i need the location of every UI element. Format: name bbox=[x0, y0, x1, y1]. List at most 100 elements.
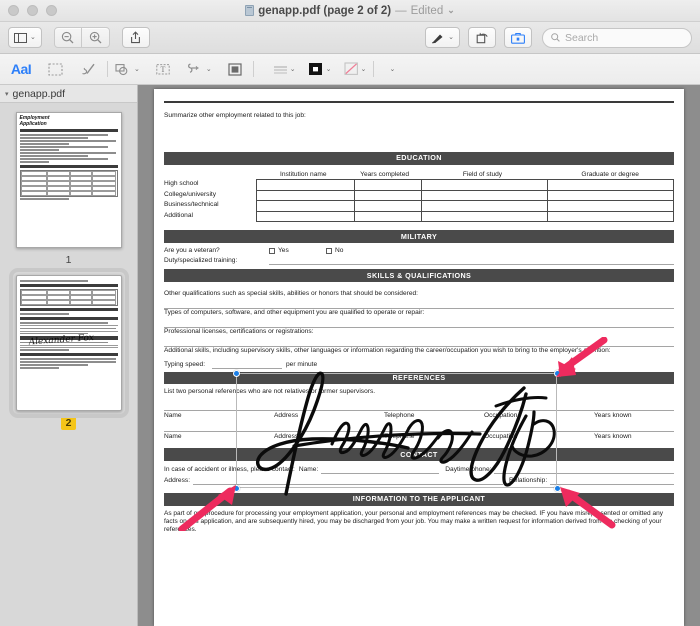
bottom-right-resize-handle[interactable] bbox=[554, 485, 561, 492]
ref1-telephone-label: Telephone bbox=[384, 412, 415, 420]
fill-color-none-icon bbox=[343, 62, 358, 75]
education-cell[interactable] bbox=[354, 211, 423, 223]
skills-input-2[interactable] bbox=[164, 317, 674, 328]
contact-name-input[interactable] bbox=[321, 465, 440, 475]
rectangular-selection-tool-button[interactable] bbox=[44, 58, 66, 80]
contact-address-label: Address: bbox=[164, 477, 191, 485]
ref2-occupation-label: Occupation bbox=[484, 433, 518, 441]
contact-daytime-input[interactable] bbox=[494, 465, 674, 475]
zoom-in-button[interactable] bbox=[81, 27, 110, 48]
sidebar-view-icon bbox=[14, 32, 27, 43]
share-button[interactable] bbox=[121, 27, 150, 48]
education-cell[interactable] bbox=[354, 201, 423, 212]
education-cell[interactable] bbox=[422, 180, 549, 191]
shapes-tool-button[interactable]: ⌄ bbox=[115, 58, 140, 80]
signature-tool-button[interactable]: ⌄ bbox=[186, 58, 212, 80]
border-color-chevron-down-icon[interactable]: ⌄ bbox=[326, 66, 332, 73]
skills-input-3[interactable] bbox=[164, 336, 674, 347]
bottom-left-resize-handle[interactable] bbox=[233, 485, 240, 492]
education-cell[interactable] bbox=[257, 201, 355, 212]
svg-text:T: T bbox=[160, 65, 165, 74]
education-cell[interactable] bbox=[257, 180, 355, 191]
shapes-icon bbox=[115, 63, 128, 75]
education-section-band: EDUCATION bbox=[164, 152, 674, 165]
ref2-name-label: Name bbox=[164, 433, 182, 441]
markup-toolbar-toggle-button[interactable]: ⌄ bbox=[425, 27, 460, 48]
education-row-labels: High school College/university Business/… bbox=[164, 179, 256, 222]
thumbnail-mini-render-1: Employment Application bbox=[19, 115, 118, 244]
window-title-bar: genapp.pdf (page 2 of 2) — Edited ⌄ bbox=[0, 0, 700, 22]
font-tool-button[interactable]: ⌄ bbox=[381, 58, 403, 80]
contact-address-input[interactable] bbox=[193, 476, 504, 486]
veteran-no-checkbox[interactable] bbox=[326, 248, 332, 255]
education-table: High school College/university Business/… bbox=[164, 179, 674, 223]
thumbnail-page-1[interactable]: Employment Application bbox=[15, 112, 122, 248]
education-cell[interactable] bbox=[354, 180, 423, 191]
zoom-out-button[interactable] bbox=[53, 27, 82, 48]
markup-chevron-down-icon[interactable]: ⌄ bbox=[448, 34, 454, 41]
sidebar-chevron-down-icon[interactable]: ⌄ bbox=[30, 34, 36, 41]
window-body: ▾ genapp.pdf Employment Application 1 Al… bbox=[0, 85, 700, 626]
typing-speed-label: Typing speed: bbox=[164, 360, 206, 368]
education-cell[interactable] bbox=[354, 190, 423, 202]
pdf-page-content: Summarize other employment related to th… bbox=[164, 101, 674, 534]
military-training-row: Duty/specialized training: bbox=[164, 256, 674, 266]
thumbnail-list[interactable]: Employment Application 1 Alexander Fox 2 bbox=[0, 103, 137, 626]
title-chevron-down-icon[interactable]: ⌄ bbox=[447, 5, 455, 16]
military-training-input[interactable] bbox=[269, 256, 674, 266]
education-cell[interactable] bbox=[257, 211, 355, 223]
typing-speed-input[interactable] bbox=[212, 360, 282, 369]
contact-row-1: In case of accident or illness, please c… bbox=[164, 465, 674, 475]
top-left-resize-handle[interactable] bbox=[233, 370, 240, 377]
text-selection-tool-button[interactable]: AaI bbox=[10, 58, 32, 80]
shapes-chevron-down-icon[interactable]: ⌄ bbox=[134, 66, 140, 73]
education-cell[interactable] bbox=[548, 201, 674, 212]
thumbnail-item-page-2[interactable]: Alexander Fox 2 bbox=[0, 268, 137, 430]
education-cell[interactable] bbox=[422, 201, 549, 212]
reference-row-2[interactable]: Name Address Telephone Occupation Years … bbox=[164, 431, 674, 441]
skills-input-1[interactable] bbox=[164, 298, 674, 309]
education-cell[interactable] bbox=[257, 190, 355, 202]
education-cell[interactable] bbox=[548, 180, 674, 191]
thumbnail-item-page-1[interactable]: Employment Application 1 bbox=[0, 112, 137, 267]
sketch-tool-button[interactable] bbox=[78, 58, 100, 80]
thumbnail-page-number-1: 1 bbox=[65, 254, 72, 266]
font-chevron-down-icon[interactable]: ⌄ bbox=[389, 66, 395, 73]
contact-relationship-input[interactable] bbox=[550, 476, 674, 486]
education-cell[interactable] bbox=[422, 211, 549, 223]
military-training-label: Duty/specialized training: bbox=[164, 257, 238, 265]
note-tool-button[interactable] bbox=[224, 58, 246, 80]
sketch-pencil-icon bbox=[82, 63, 95, 75]
sidebar-header[interactable]: ▾ genapp.pdf bbox=[0, 85, 137, 103]
search-field[interactable]: Search bbox=[542, 27, 692, 48]
veteran-yes-checkbox[interactable] bbox=[269, 248, 275, 255]
education-row-business: Business/technical bbox=[164, 201, 219, 209]
annotation-toolkit-button[interactable] bbox=[504, 27, 532, 48]
education-cell[interactable] bbox=[548, 211, 674, 223]
border-style-tool-button[interactable]: ⌄ bbox=[273, 58, 296, 80]
document-canvas[interactable]: Summarize other employment related to th… bbox=[138, 85, 700, 626]
education-cell[interactable] bbox=[422, 190, 549, 202]
fill-color-tool-button[interactable]: ⌄ bbox=[343, 58, 367, 80]
education-col-degree: Graduate or degree bbox=[581, 170, 639, 178]
skills-line-1: Other qualifications such as special ski… bbox=[164, 289, 418, 297]
border-style-icon bbox=[273, 65, 287, 73]
sidebar-toggle-button[interactable]: ⌄ bbox=[8, 27, 42, 48]
fill-color-chevron-down-icon[interactable]: ⌄ bbox=[361, 66, 367, 73]
education-input-grid[interactable] bbox=[256, 179, 674, 223]
text-box-tool-button[interactable]: T bbox=[152, 58, 174, 80]
border-style-chevron-down-icon[interactable]: ⌄ bbox=[290, 66, 296, 73]
applicant-info-paragraph: As part of our procedure for processing … bbox=[164, 509, 663, 534]
pdf-page-2[interactable]: Summarize other employment related to th… bbox=[154, 89, 684, 626]
military-veteran-row: Are you a veteran? Yes No bbox=[164, 247, 674, 255]
education-cell[interactable] bbox=[548, 190, 674, 202]
rotate-button[interactable] bbox=[468, 27, 496, 48]
thumbnail-page-2[interactable]: Alexander Fox bbox=[8, 268, 129, 418]
top-right-resize-handle[interactable] bbox=[554, 370, 561, 377]
border-color-tool-button[interactable]: ⌄ bbox=[308, 58, 332, 80]
signature-chevron-down-icon[interactable]: ⌄ bbox=[206, 66, 212, 73]
signature-icon bbox=[187, 63, 199, 73]
ref1-occupation-label: Occupation bbox=[484, 412, 518, 420]
reference-row-1[interactable]: Name Address Telephone Occupation Years … bbox=[164, 410, 674, 420]
disclosure-triangle-icon[interactable]: ▾ bbox=[5, 90, 9, 98]
